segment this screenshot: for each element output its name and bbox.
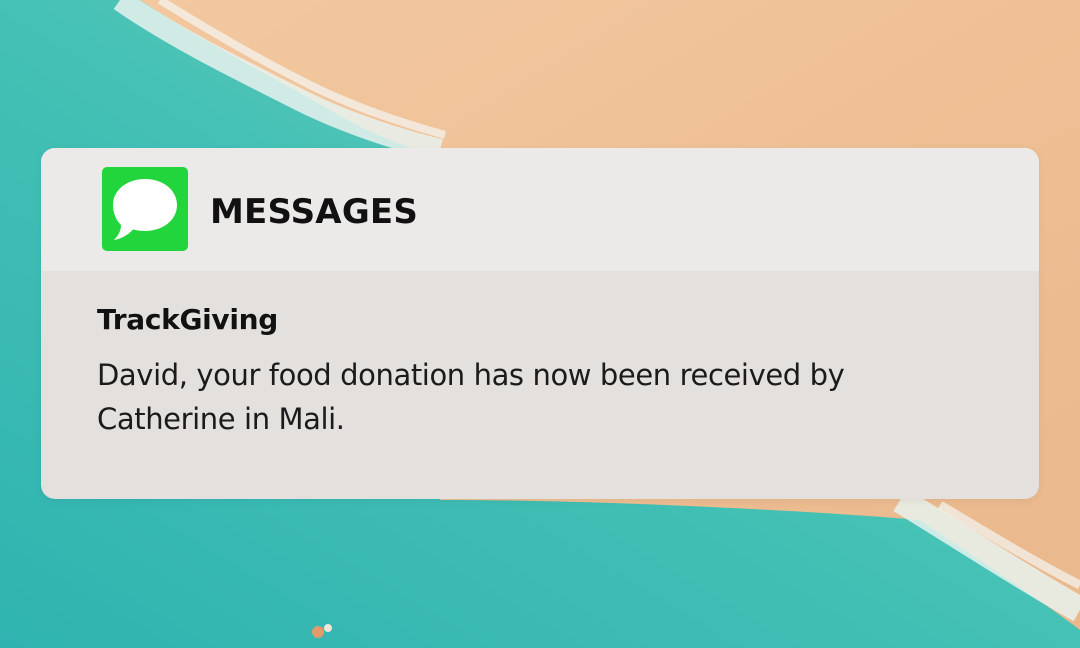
notification-card[interactable]: MESSAGES TrackGiving David, your food do… bbox=[41, 148, 1039, 499]
notification-body: TrackGiving David, your food donation ha… bbox=[97, 303, 977, 441]
message-text: David, your food donation has now been r… bbox=[97, 358, 845, 436]
app-name: MESSAGES bbox=[210, 192, 419, 232]
messages-app-icon bbox=[102, 167, 188, 251]
sender-name: TrackGiving bbox=[97, 303, 279, 336]
speech-bubble-icon bbox=[113, 179, 177, 240]
notification-header: MESSAGES bbox=[41, 148, 1039, 271]
